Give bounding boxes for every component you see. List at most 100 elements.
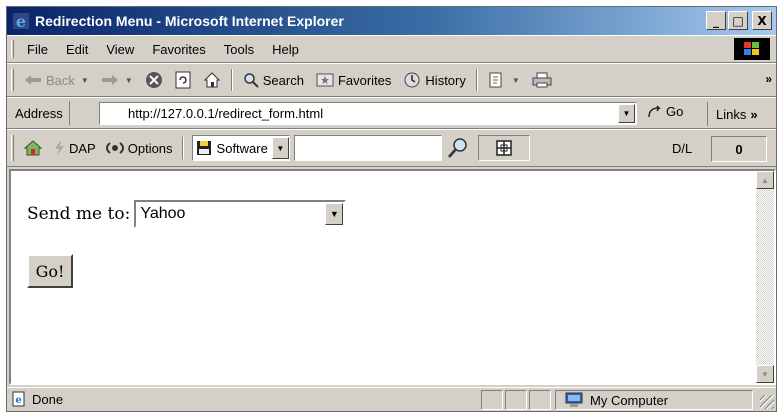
edit-icon bbox=[489, 72, 502, 88]
status-cell bbox=[505, 390, 527, 410]
ie-icon: e bbox=[13, 12, 29, 30]
forward-arrow-icon bbox=[101, 75, 118, 85]
edit-dropdown-icon[interactable]: ▼ bbox=[512, 76, 520, 85]
back-button[interactable]: Back ▼ bbox=[18, 67, 95, 93]
category-value: Software bbox=[216, 140, 268, 156]
maximize-button[interactable]: □ bbox=[728, 11, 748, 30]
computer-icon bbox=[565, 392, 583, 407]
back-dropdown-icon[interactable]: ▼ bbox=[81, 76, 89, 85]
close-button[interactable]: X bbox=[752, 11, 772, 30]
address-label: Address bbox=[7, 101, 70, 125]
windows-logo-icon bbox=[734, 38, 770, 60]
browser-window: e Redirection Menu - Microsoft Internet … bbox=[6, 6, 777, 412]
print-icon bbox=[532, 72, 552, 88]
dapbar-grip[interactable] bbox=[11, 135, 14, 161]
dap-button[interactable]: DAP bbox=[48, 140, 101, 156]
favorites-label: Favorites bbox=[337, 72, 392, 88]
dap-zoom-button[interactable] bbox=[477, 135, 530, 161]
destination-dropdown-icon[interactable]: ▼ bbox=[325, 203, 344, 225]
scroll-up-icon[interactable]: ▲ bbox=[756, 171, 774, 189]
save-icon bbox=[196, 141, 211, 155]
home-button[interactable] bbox=[197, 67, 227, 93]
toolbar-grip[interactable] bbox=[11, 68, 14, 92]
submit-button[interactable]: Go! bbox=[27, 254, 73, 288]
go-label: Go bbox=[666, 104, 684, 119]
history-icon bbox=[404, 72, 420, 88]
menubar-grip[interactable] bbox=[11, 39, 14, 59]
standard-toolbar: Back ▼ ▼ Search Favorites History ▼ » bbox=[7, 63, 776, 97]
home-icon bbox=[203, 72, 220, 88]
vertical-scrollbar[interactable]: ▲ ▼ bbox=[756, 171, 774, 383]
status-cell bbox=[481, 390, 503, 410]
page-viewport: Send me to: Yahoo ▼ Go! ▲ ▼ bbox=[9, 169, 776, 385]
back-label: Back bbox=[46, 72, 75, 88]
links-label: Links bbox=[716, 106, 747, 122]
toolbar-separator bbox=[181, 137, 184, 159]
toolbar-separator bbox=[230, 69, 233, 91]
options-icon bbox=[105, 142, 124, 154]
refresh-button[interactable] bbox=[169, 67, 197, 93]
dap-search-input[interactable] bbox=[293, 135, 442, 161]
status-message: e Done bbox=[11, 391, 63, 407]
menu-help[interactable]: Help bbox=[263, 42, 308, 57]
minimize-button[interactable]: _ bbox=[706, 11, 726, 30]
stop-icon bbox=[145, 72, 162, 88]
menu-edit[interactable]: Edit bbox=[57, 42, 97, 57]
window-title: Redirection Menu - Microsoft Internet Ex… bbox=[35, 13, 344, 29]
category-select[interactable]: Software ▼ bbox=[191, 135, 290, 161]
history-label: History bbox=[425, 72, 466, 88]
go-button[interactable]: Go bbox=[647, 104, 683, 119]
page-icon: e bbox=[12, 391, 25, 407]
resize-grip[interactable] bbox=[760, 395, 774, 409]
links-button[interactable]: Links » bbox=[707, 102, 758, 126]
print-button[interactable] bbox=[526, 67, 558, 93]
edit-button[interactable]: ▼ bbox=[482, 67, 526, 93]
zone-label: My Computer bbox=[590, 392, 669, 408]
title-bar: e Redirection Menu - Microsoft Internet … bbox=[7, 7, 776, 35]
menu-bar: File Edit View Favorites Tools Help bbox=[7, 35, 776, 63]
favorites-button[interactable]: Favorites bbox=[310, 67, 397, 93]
status-bar: e Done My Computer bbox=[7, 387, 776, 411]
toolbar-chevron[interactable]: » bbox=[765, 72, 772, 86]
dap-icon bbox=[55, 140, 64, 156]
dap-label: DAP bbox=[69, 140, 96, 156]
download-count: 0 bbox=[711, 136, 767, 162]
dap-home-button[interactable] bbox=[18, 139, 48, 157]
destination-label: Send me to: bbox=[27, 204, 131, 224]
refresh-icon bbox=[175, 71, 191, 89]
stop-button[interactable] bbox=[139, 67, 169, 93]
options-label: Options bbox=[127, 140, 173, 156]
forward-dropdown-icon[interactable]: ▼ bbox=[125, 76, 133, 85]
scroll-down-icon[interactable]: ▼ bbox=[756, 365, 774, 383]
status-cell bbox=[529, 390, 551, 410]
favorites-icon bbox=[316, 73, 334, 87]
address-dropdown-icon[interactable]: ▼ bbox=[618, 104, 635, 123]
security-zone: My Computer bbox=[555, 390, 753, 410]
menu-view[interactable]: View bbox=[97, 42, 143, 57]
address-url[interactable]: http://127.0.0.1/redirect_form.html bbox=[100, 106, 323, 121]
links-chevron[interactable]: » bbox=[750, 107, 757, 122]
svg-text:e: e bbox=[15, 395, 21, 406]
download-label: D/L bbox=[672, 141, 693, 156]
toolbar-separator bbox=[475, 69, 478, 91]
forward-button[interactable]: ▼ bbox=[95, 67, 139, 93]
zoom-icon bbox=[496, 140, 512, 156]
menu-file[interactable]: File bbox=[18, 42, 57, 57]
destination-value: Yahoo bbox=[140, 205, 186, 222]
search-button[interactable]: Search bbox=[237, 67, 310, 93]
options-button[interactable]: Options bbox=[101, 140, 178, 156]
dap-toolbar: DAP Options Software ▼ D/L 0 bbox=[7, 129, 776, 167]
history-button[interactable]: History bbox=[397, 67, 471, 93]
redirect-form: Send me to: Yahoo ▼ bbox=[27, 200, 347, 228]
magnifier-icon bbox=[447, 138, 467, 158]
svg-text:e: e bbox=[16, 12, 26, 30]
dap-search-button[interactable] bbox=[442, 137, 474, 159]
menu-tools[interactable]: Tools bbox=[215, 42, 263, 57]
address-bar: Address http://127.0.0.1/redirect_form.h… bbox=[7, 97, 776, 129]
destination-select[interactable]: Yahoo ▼ bbox=[134, 200, 347, 228]
status-text: Done bbox=[32, 391, 64, 407]
menu-favorites[interactable]: Favorites bbox=[143, 42, 214, 57]
address-input[interactable]: http://127.0.0.1/redirect_form.html ▼ bbox=[99, 102, 637, 125]
go-arrow-icon bbox=[648, 104, 661, 117]
category-dropdown-icon[interactable]: ▼ bbox=[271, 137, 289, 159]
